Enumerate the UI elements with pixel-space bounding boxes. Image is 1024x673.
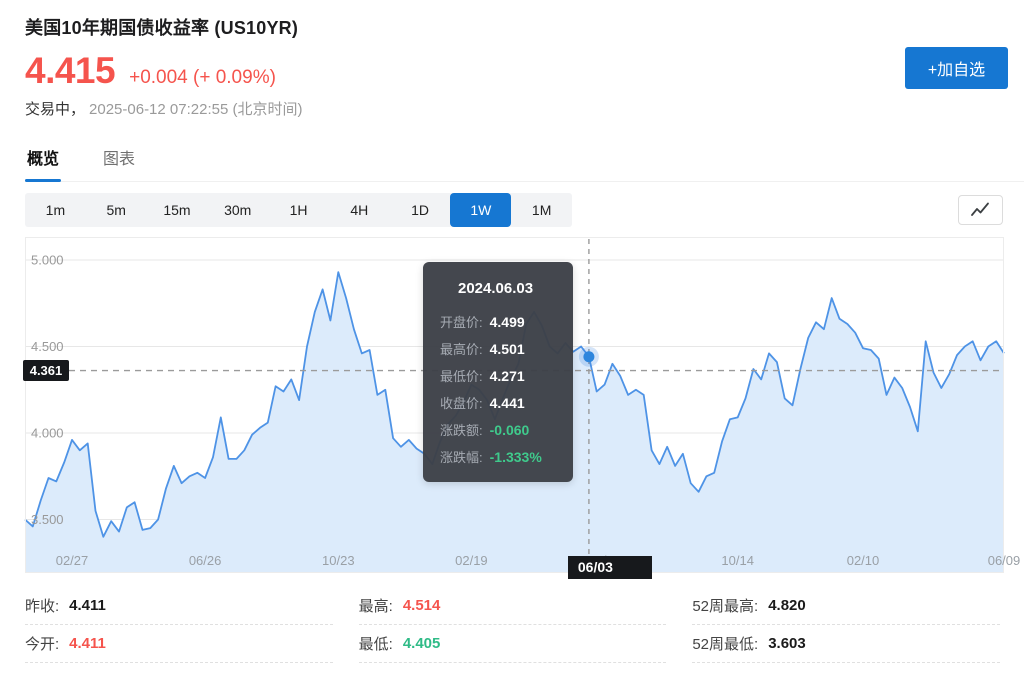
chart-tooltip: 2024.06.03 开盘价:4.499最高价:4.501最低价:4.271收盘… <box>423 262 573 482</box>
add-watchlist-button[interactable]: +加自选 <box>905 47 1008 89</box>
page-title: 美国10年期国债收益率 (US10YR) <box>25 14 1024 40</box>
chart-style-button[interactable] <box>958 195 1003 225</box>
quote-page: 美国10年期国债收益率 (US10YR) 4.415 +0.004 (+ 0.0… <box>0 0 1024 673</box>
stat-52周最高: 52周最高:4.820 <box>692 587 1000 625</box>
status-row: 交易中，2025-06-12 07:22:55 (北京时间) <box>25 98 1024 119</box>
line-chart-icon <box>970 202 992 218</box>
price-chart[interactable]: 5.000 4.500 4.000 3.500 02/27 06/26 10/23 02/19… <box>25 237 1004 573</box>
range-button-15m[interactable]: 15m <box>147 193 208 227</box>
hover-point-dot <box>583 351 594 362</box>
stat-今开: 今开:4.411 <box>25 625 333 663</box>
x-axis-label: 06/09 <box>988 553 1021 568</box>
range-button-30m[interactable]: 30m <box>207 193 268 227</box>
current-price: 4.415 <box>25 50 115 92</box>
x-axis-label: 02/10 <box>847 553 880 568</box>
range-button-1M[interactable]: 1M <box>511 193 572 227</box>
tooltip-row: 最低价:4.271 <box>440 363 573 390</box>
tooltip-row: 收盘价:4.441 <box>440 390 573 417</box>
tooltip-rows: 开盘价:4.499最高价:4.501最低价:4.271收盘价:4.441涨跌额:… <box>440 309 573 471</box>
range-row: 1m5m15m30m1H4H1D1W1M <box>25 193 1024 227</box>
crosshair-date-badge: 06/03 <box>568 556 652 579</box>
y-axis-label: 5.000 <box>31 253 64 268</box>
tooltip-date: 2024.06.03 <box>458 280 573 297</box>
last-price-badge: 4.361 <box>23 360 69 381</box>
x-axis-label: 06/26 <box>189 553 222 568</box>
x-axis-label: 02/19 <box>455 553 488 568</box>
range-button-4H[interactable]: 4H <box>329 193 390 227</box>
stat-52周最低: 52周最低:3.603 <box>692 625 1000 663</box>
range-button-1m[interactable]: 1m <box>25 193 86 227</box>
tab-概览[interactable]: 概览 <box>25 145 61 181</box>
range-button-1D[interactable]: 1D <box>390 193 451 227</box>
stat-昨收: 昨收:4.411 <box>25 587 333 625</box>
tooltip-row: 开盘价:4.499 <box>440 309 573 336</box>
range-button-1H[interactable]: 1H <box>268 193 329 227</box>
tooltip-row: 最高价:4.501 <box>440 336 573 363</box>
trading-status: 交易中， <box>25 101 85 118</box>
range-button-1W[interactable]: 1W <box>450 193 511 227</box>
x-axis-label: 10/14 <box>721 553 754 568</box>
tooltip-row: 涨跌幅:-1.333% <box>440 444 573 471</box>
x-axis-label: 10/23 <box>322 553 355 568</box>
tooltip-row: 涨跌额:-0.060 <box>440 417 573 444</box>
stats-grid: 昨收:4.411 最高:4.514 52周最高:4.820 今开:4.411 最低:4.… <box>25 587 1000 663</box>
y-axis-label: 3.500 <box>31 512 64 527</box>
tab-图表[interactable]: 图表 <box>101 145 137 181</box>
price-change: +0.004 (+ 0.09%) <box>129 67 276 89</box>
price-row: 4.415 +0.004 (+ 0.09%) <box>25 50 1024 92</box>
range-button-5m[interactable]: 5m <box>86 193 147 227</box>
stat-最高: 最高:4.514 <box>359 587 667 625</box>
range-selector: 1m5m15m30m1H4H1D1W1M <box>25 193 572 227</box>
tab-bar: 概览 图表 <box>25 145 1024 182</box>
x-axis-label: 02/27 <box>56 553 89 568</box>
quote-timestamp: 2025-06-12 07:22:55 (北京时间) <box>89 101 302 118</box>
stat-最低: 最低:4.405 <box>359 625 667 663</box>
y-axis-label: 4.500 <box>31 339 64 354</box>
y-axis-label: 4.000 <box>31 426 64 441</box>
